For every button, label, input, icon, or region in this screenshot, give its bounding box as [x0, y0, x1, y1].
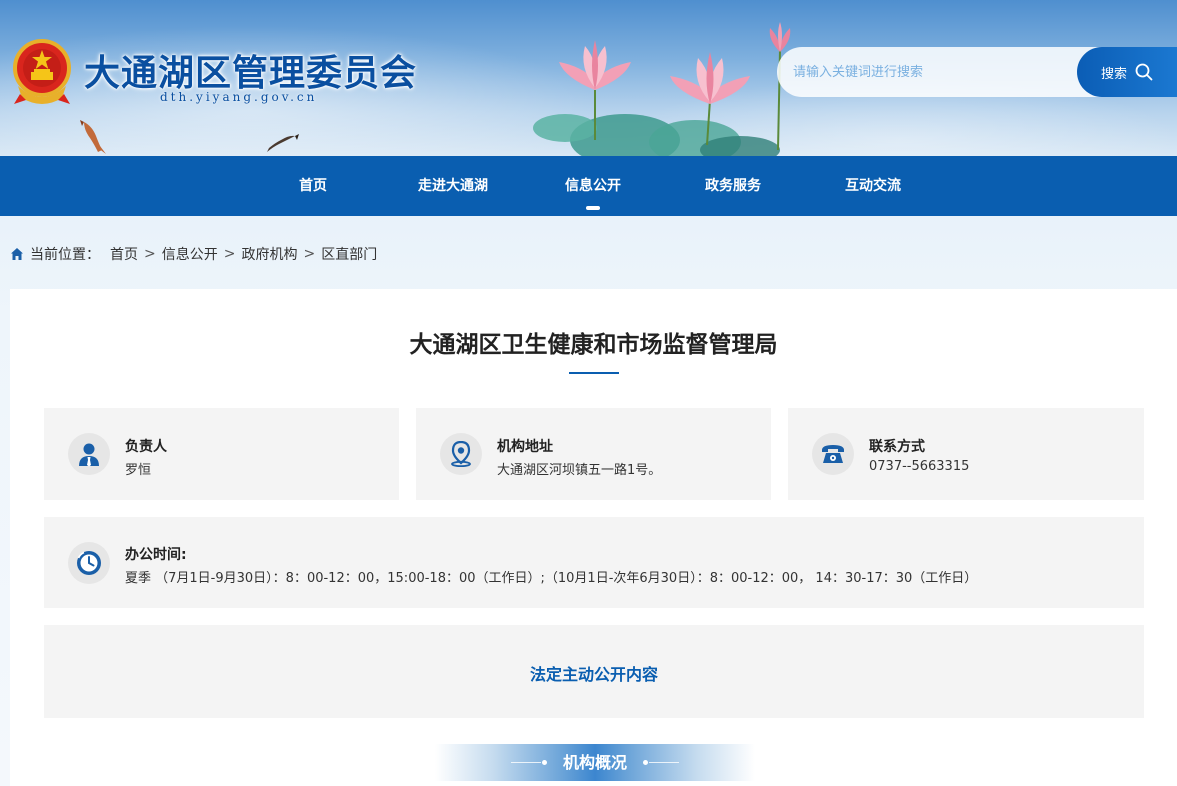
person-icon — [68, 433, 110, 475]
breadcrumb-info-disclosure[interactable]: 信息公开 — [162, 244, 218, 264]
contact-value: 0737--5663315 — [869, 459, 970, 474]
nav-item-label: 首页 — [299, 178, 327, 194]
office-hours-value: 夏季 （7月1日-9月30日）：8：00-12：00，15:00-18：00（工… — [125, 571, 978, 586]
section-title: 机构概况 — [562, 753, 627, 772]
nav-item-about[interactable]: 走进大通湖 — [403, 156, 503, 216]
breadcrumb-separator: > — [303, 246, 316, 262]
search-button-label: 搜索 — [1100, 66, 1127, 82]
nav-item-label: 信息公开 — [565, 178, 621, 194]
nav-item-label: 互动交流 — [845, 178, 901, 194]
breadcrumb-separator: > — [223, 246, 236, 262]
address-value: 大通湖区河坝镇五一路1号。 — [497, 463, 662, 478]
koi-fish-icon — [267, 134, 299, 152]
location-pin-icon — [440, 433, 482, 475]
leader-card: 负责人 罗恒 — [44, 408, 399, 500]
main-nav: 首页 走进大通湖 信息公开 政务服务 互动交流 — [0, 156, 1177, 216]
nav-item-label: 政务服务 — [705, 178, 761, 194]
leader-label: 负责人 — [125, 439, 167, 455]
nav-item-label: 走进大通湖 — [418, 178, 488, 194]
breadcrumb: 当前位置： 首页 > 信息公开 > 政府机构 > 区直部门 — [10, 244, 377, 264]
lotus-decoration-icon — [533, 22, 791, 156]
office-hours-label: 办公时间: — [125, 547, 187, 563]
search-box: 搜索 — [777, 47, 1177, 97]
content-panel: 大通湖区卫生健康和市场监督管理局 负责人 罗恒 机构地址 大通湖区河坝镇五一路1… — [10, 289, 1177, 786]
section-line-right — [649, 762, 679, 763]
site-domain: dth.yiyang.gov.cn — [160, 90, 318, 104]
national-emblem-icon[interactable] — [12, 38, 72, 106]
breadcrumb-prefix: 当前位置： — [30, 247, 100, 263]
contact-label: 联系方式 — [869, 439, 925, 455]
leader-value: 罗恒 — [125, 463, 152, 478]
clock-icon — [68, 542, 110, 584]
nav-item-interaction[interactable]: 互动交流 — [823, 156, 923, 216]
breadcrumb-departments[interactable]: 区直部门 — [321, 244, 377, 264]
koi-fish-icon — [80, 120, 106, 154]
title-divider — [569, 372, 619, 374]
legal-disclosure-link[interactable]: 法定主动公开内容 — [44, 661, 1144, 685]
section-dot-right — [643, 760, 648, 765]
nav-item-services[interactable]: 政务服务 — [683, 156, 783, 216]
address-card: 机构地址 大通湖区河坝镇五一路1号。 — [416, 408, 771, 500]
search-icon — [1135, 63, 1153, 81]
home-icon — [11, 248, 23, 260]
address-label: 机构地址 — [497, 439, 553, 455]
office-hours-card: 办公时间: 夏季 （7月1日-9月30日）：8：00-12：00，15:00-1… — [44, 517, 1144, 608]
nav-item-info-disclosure[interactable]: 信息公开 — [543, 156, 643, 216]
nav-item-home[interactable]: 首页 — [263, 156, 363, 216]
search-input[interactable] — [793, 47, 1073, 97]
site-title[interactable]: 大通湖区管理委员会 — [84, 44, 417, 96]
breadcrumb-gov-agencies[interactable]: 政府机构 — [241, 244, 297, 264]
active-indicator — [586, 206, 600, 210]
legal-disclosure-box: 法定主动公开内容 — [44, 625, 1144, 718]
breadcrumb-home[interactable]: 首页 — [110, 244, 138, 264]
section-header-bar: 机构概况 — [435, 744, 755, 781]
site-header: 大通湖区管理委员会 dth.yiyang.gov.cn 请输入关键词进行搜索 搜… — [0, 0, 1177, 156]
page-title: 大通湖区卫生健康和市场监督管理局 — [409, 332, 778, 358]
contact-card: 联系方式 0737--5663315 — [788, 408, 1144, 500]
search-button[interactable]: 搜索 — [1077, 47, 1177, 97]
breadcrumb-separator: > — [144, 246, 156, 262]
telephone-icon — [812, 433, 854, 475]
